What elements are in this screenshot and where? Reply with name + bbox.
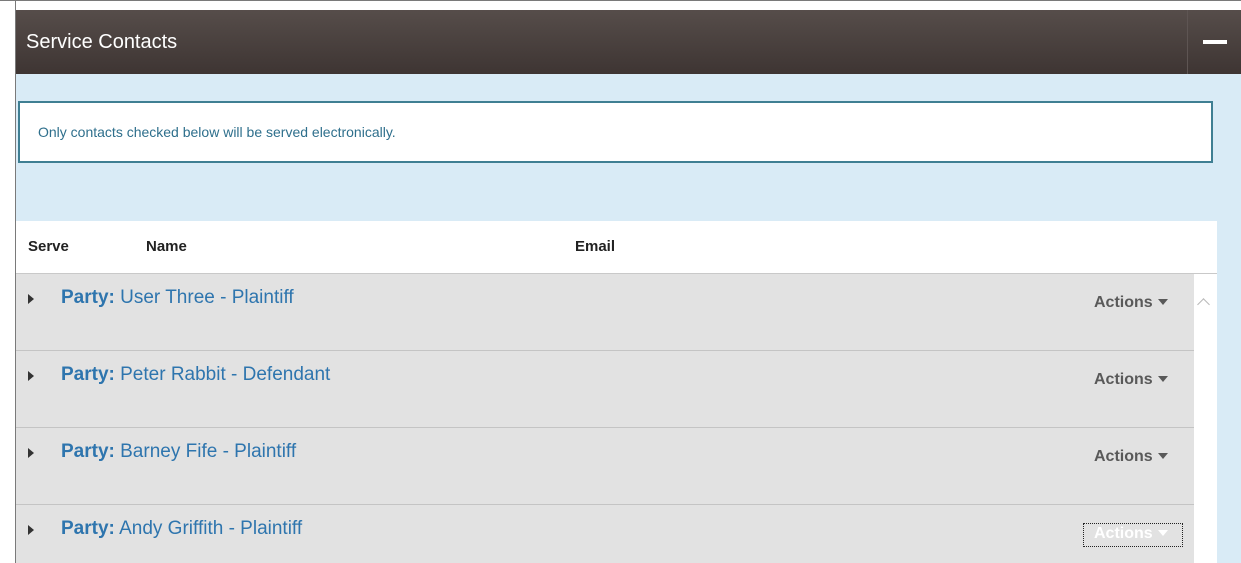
party-name: Andy Griffith - Plaintiff: [114, 518, 303, 539]
table-row: Party: Peter Rabbit - Defendant Actions: [16, 351, 1194, 428]
notice-text: Only contacts checked below will be serv…: [38, 124, 396, 140]
party-title[interactable]: Party: Andy Griffith - Plaintiff: [61, 518, 302, 540]
actions-label: Actions: [1094, 448, 1153, 465]
party-title[interactable]: Party: Peter Rabbit - Defendant: [61, 364, 330, 386]
party-title[interactable]: Party: Barney Fife - Plaintiff: [61, 441, 296, 463]
actions-label: Actions: [1094, 371, 1153, 388]
caret-right-icon[interactable]: [28, 448, 34, 458]
contacts-table: Serve Name Email Party: User Three - Pla…: [16, 221, 1217, 563]
actions-dropdown[interactable]: Actions: [1083, 523, 1183, 547]
party-title[interactable]: Party: User Three - Plaintiff: [61, 287, 294, 309]
caret-down-icon: [1157, 530, 1168, 536]
column-header-email: Email: [575, 238, 616, 255]
notice-box: Only contacts checked below will be serv…: [18, 101, 1213, 163]
party-label: Party:: [61, 518, 115, 539]
party-label: Party:: [61, 364, 115, 385]
caret-right-icon[interactable]: [28, 525, 34, 535]
party-label: Party:: [61, 287, 115, 308]
caret-down-icon: [1157, 453, 1168, 459]
minus-icon: [1203, 40, 1227, 44]
actions-dropdown[interactable]: Actions: [1083, 292, 1183, 316]
table-rows: Party: User Three - Plaintiff Actions Pa…: [16, 274, 1194, 563]
table-row: Party: Andy Griffith - Plaintiff Actions: [16, 505, 1194, 563]
column-header-name: Name: [146, 238, 187, 255]
party-name: Barney Fife - Plaintiff: [114, 441, 297, 462]
actions-dropdown[interactable]: Actions: [1083, 446, 1183, 470]
collapse-button[interactable]: [1187, 10, 1241, 74]
panel-body: Only contacts checked below will be serv…: [16, 74, 1241, 563]
actions-label: Actions: [1094, 525, 1153, 542]
chevron-up-icon[interactable]: [1197, 298, 1210, 311]
column-header-serve: Serve: [28, 238, 69, 255]
party-name: Peter Rabbit - Defendant: [114, 364, 331, 385]
table-header: Serve Name Email: [16, 221, 1217, 274]
caret-right-icon[interactable]: [28, 294, 34, 304]
panel-title: Service Contacts: [26, 31, 178, 53]
actions-dropdown[interactable]: Actions: [1083, 369, 1183, 393]
table-row: Party: User Three - Plaintiff Actions: [16, 274, 1194, 351]
table-row: Party: Barney Fife - Plaintiff Actions: [16, 428, 1194, 505]
actions-label: Actions: [1094, 294, 1153, 311]
party-label: Party:: [61, 441, 115, 462]
caret-down-icon: [1157, 299, 1168, 305]
caret-right-icon[interactable]: [28, 371, 34, 381]
caret-down-icon: [1157, 376, 1168, 382]
scrollbar[interactable]: [1194, 274, 1217, 563]
service-contacts-panel: Service Contacts Only contacts checked b…: [16, 0, 1241, 563]
party-name: User Three - Plaintiff: [114, 287, 294, 308]
panel-header: Service Contacts: [16, 10, 1241, 74]
